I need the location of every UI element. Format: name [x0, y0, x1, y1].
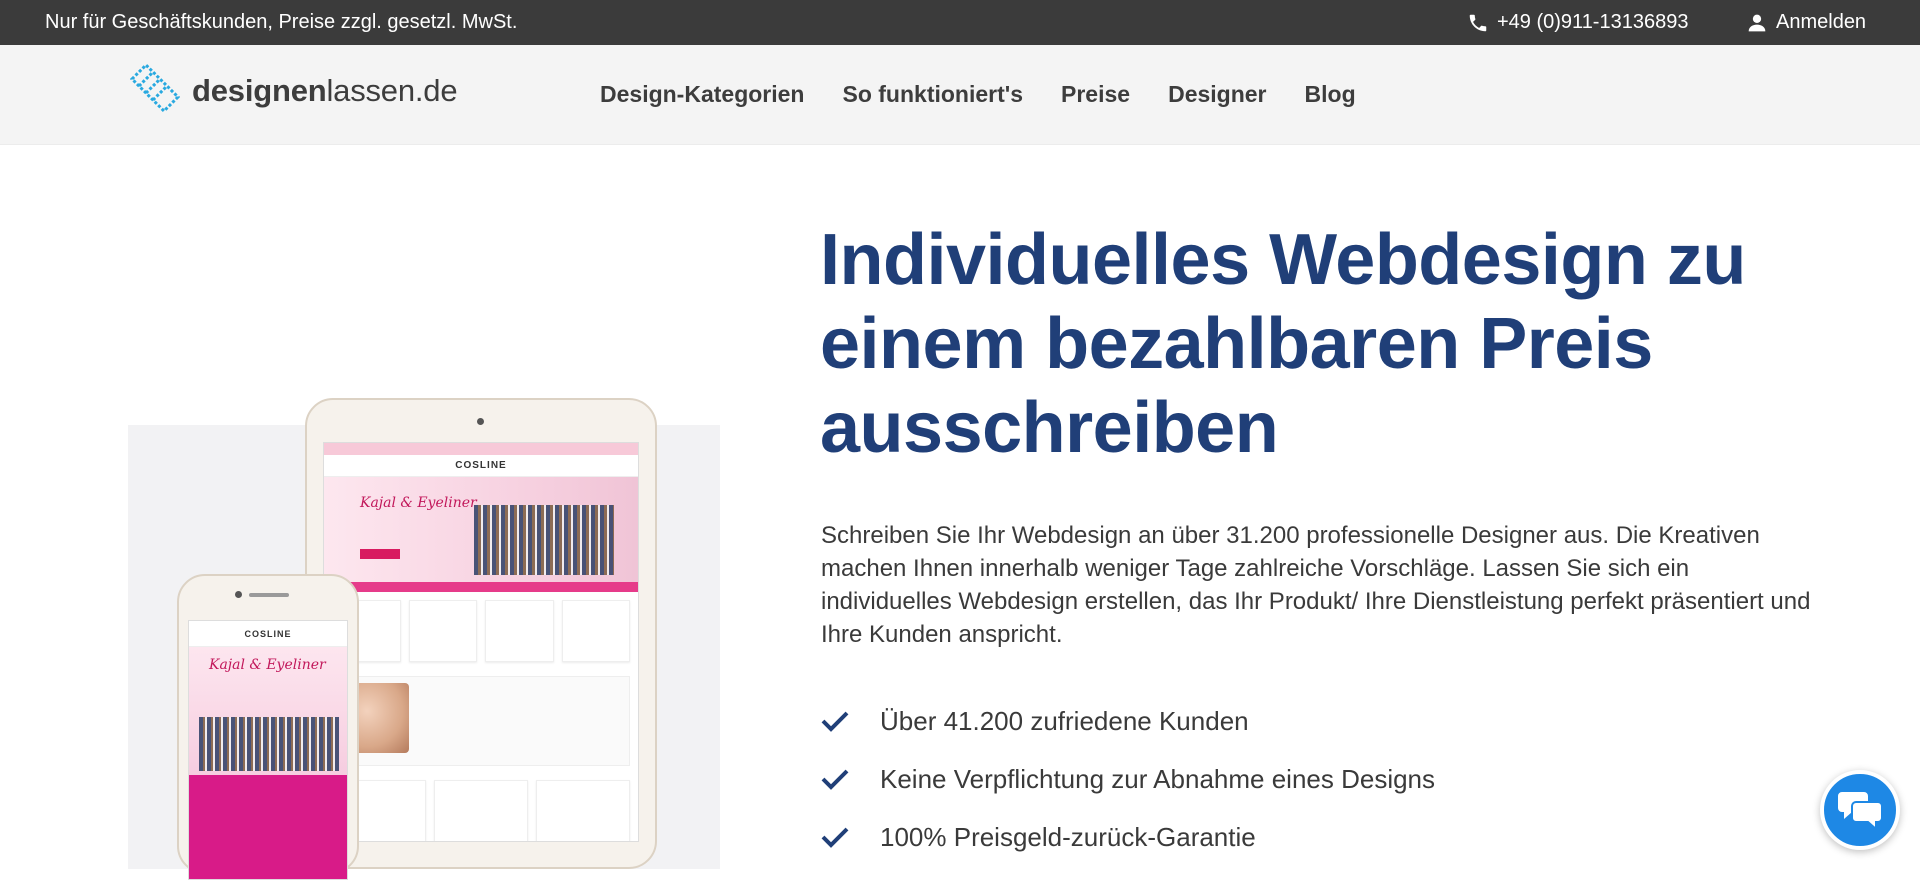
hero-headline: Individuelles Webdesign zu einem bezahlb… — [820, 220, 1746, 468]
pencils-image — [474, 505, 614, 575]
nav-item-so-funktionierts[interactable]: So funktioniert's — [842, 81, 1023, 108]
mockup-title: Kajal & Eyeliner — [360, 495, 477, 511]
pencils-image-mobile — [199, 717, 339, 771]
nav-menu: Design-Kategorien So funktioniert's Prei… — [600, 81, 1356, 108]
mockup-title-mobile: Kajal & Eyeliner — [209, 657, 326, 673]
nav-item-design-kategorien[interactable]: Design-Kategorien — [600, 81, 804, 108]
logo-wordmark: designenlassen.de — [192, 72, 458, 108]
benefit-text: 100% Preisgeld-zurück-Garantie — [880, 821, 1256, 852]
check-icon — [820, 767, 880, 791]
check-icon — [820, 825, 880, 849]
phone-icon — [1467, 12, 1489, 34]
mockup-feature — [332, 676, 630, 766]
phone-number: +49 (0)911-13136893 — [1497, 11, 1689, 33]
business-customers-notice: Nur für Geschäftskunden, Preise zzgl. ge… — [45, 11, 518, 33]
mockup-brand-mobile: COSLINE — [189, 621, 347, 647]
hero-description: Schreiben Sie Ihr Webdesign an über 31.2… — [821, 522, 1811, 648]
tablet-screen: COSLINE Kajal & Eyeliner — [323, 442, 639, 842]
benefit-item: Keine Verpflichtung zur Abnahme eines De… — [820, 750, 1435, 808]
mockup-product-cards — [324, 592, 638, 670]
user-icon — [1747, 13, 1767, 33]
site-logo[interactable]: designenlassen.de — [128, 61, 458, 120]
phone-camera — [235, 591, 242, 598]
nav-item-preise[interactable]: Preise — [1061, 81, 1130, 108]
nav-item-blog[interactable]: Blog — [1305, 81, 1356, 108]
phone-screen: COSLINE Kajal & Eyeliner — [188, 620, 348, 880]
logo-mark-icon — [128, 61, 182, 120]
chat-bubbles-icon — [1836, 786, 1884, 835]
top-info-bar: Nur für Geschäftskunden, Preise zzgl. ge… — [0, 0, 1920, 45]
nav-item-designer[interactable]: Designer — [1168, 81, 1266, 108]
main-navigation: designenlassen.de Design-Kategorien So f… — [0, 45, 1920, 145]
benefit-text: Keine Verpflichtung zur Abnahme eines De… — [880, 763, 1436, 794]
benefit-text: Über 41.200 zufriedene Kunden — [880, 705, 1249, 736]
login-label: Anmelden — [1776, 11, 1867, 33]
login-link[interactable]: Anmelden — [1747, 11, 1866, 34]
benefits-list: Über 41.200 zufriedene Kunden Keine Verp… — [820, 692, 1435, 866]
mockup-hero: Kajal & Eyeliner — [324, 477, 638, 582]
phone-link[interactable]: +49 (0)911-13136893 — [1467, 11, 1688, 34]
benefit-item: Über 41.200 zufriedene Kunden — [820, 692, 1435, 750]
chat-button[interactable] — [1820, 770, 1900, 850]
check-icon — [820, 709, 880, 733]
benefit-item: 100% Preisgeld-zurück-Garantie — [820, 808, 1435, 866]
tablet-camera — [477, 418, 484, 425]
phone-speaker — [249, 593, 289, 597]
phone-mockup: COSLINE Kajal & Eyeliner — [177, 574, 359, 880]
mockup-brand: COSLINE — [324, 455, 638, 477]
